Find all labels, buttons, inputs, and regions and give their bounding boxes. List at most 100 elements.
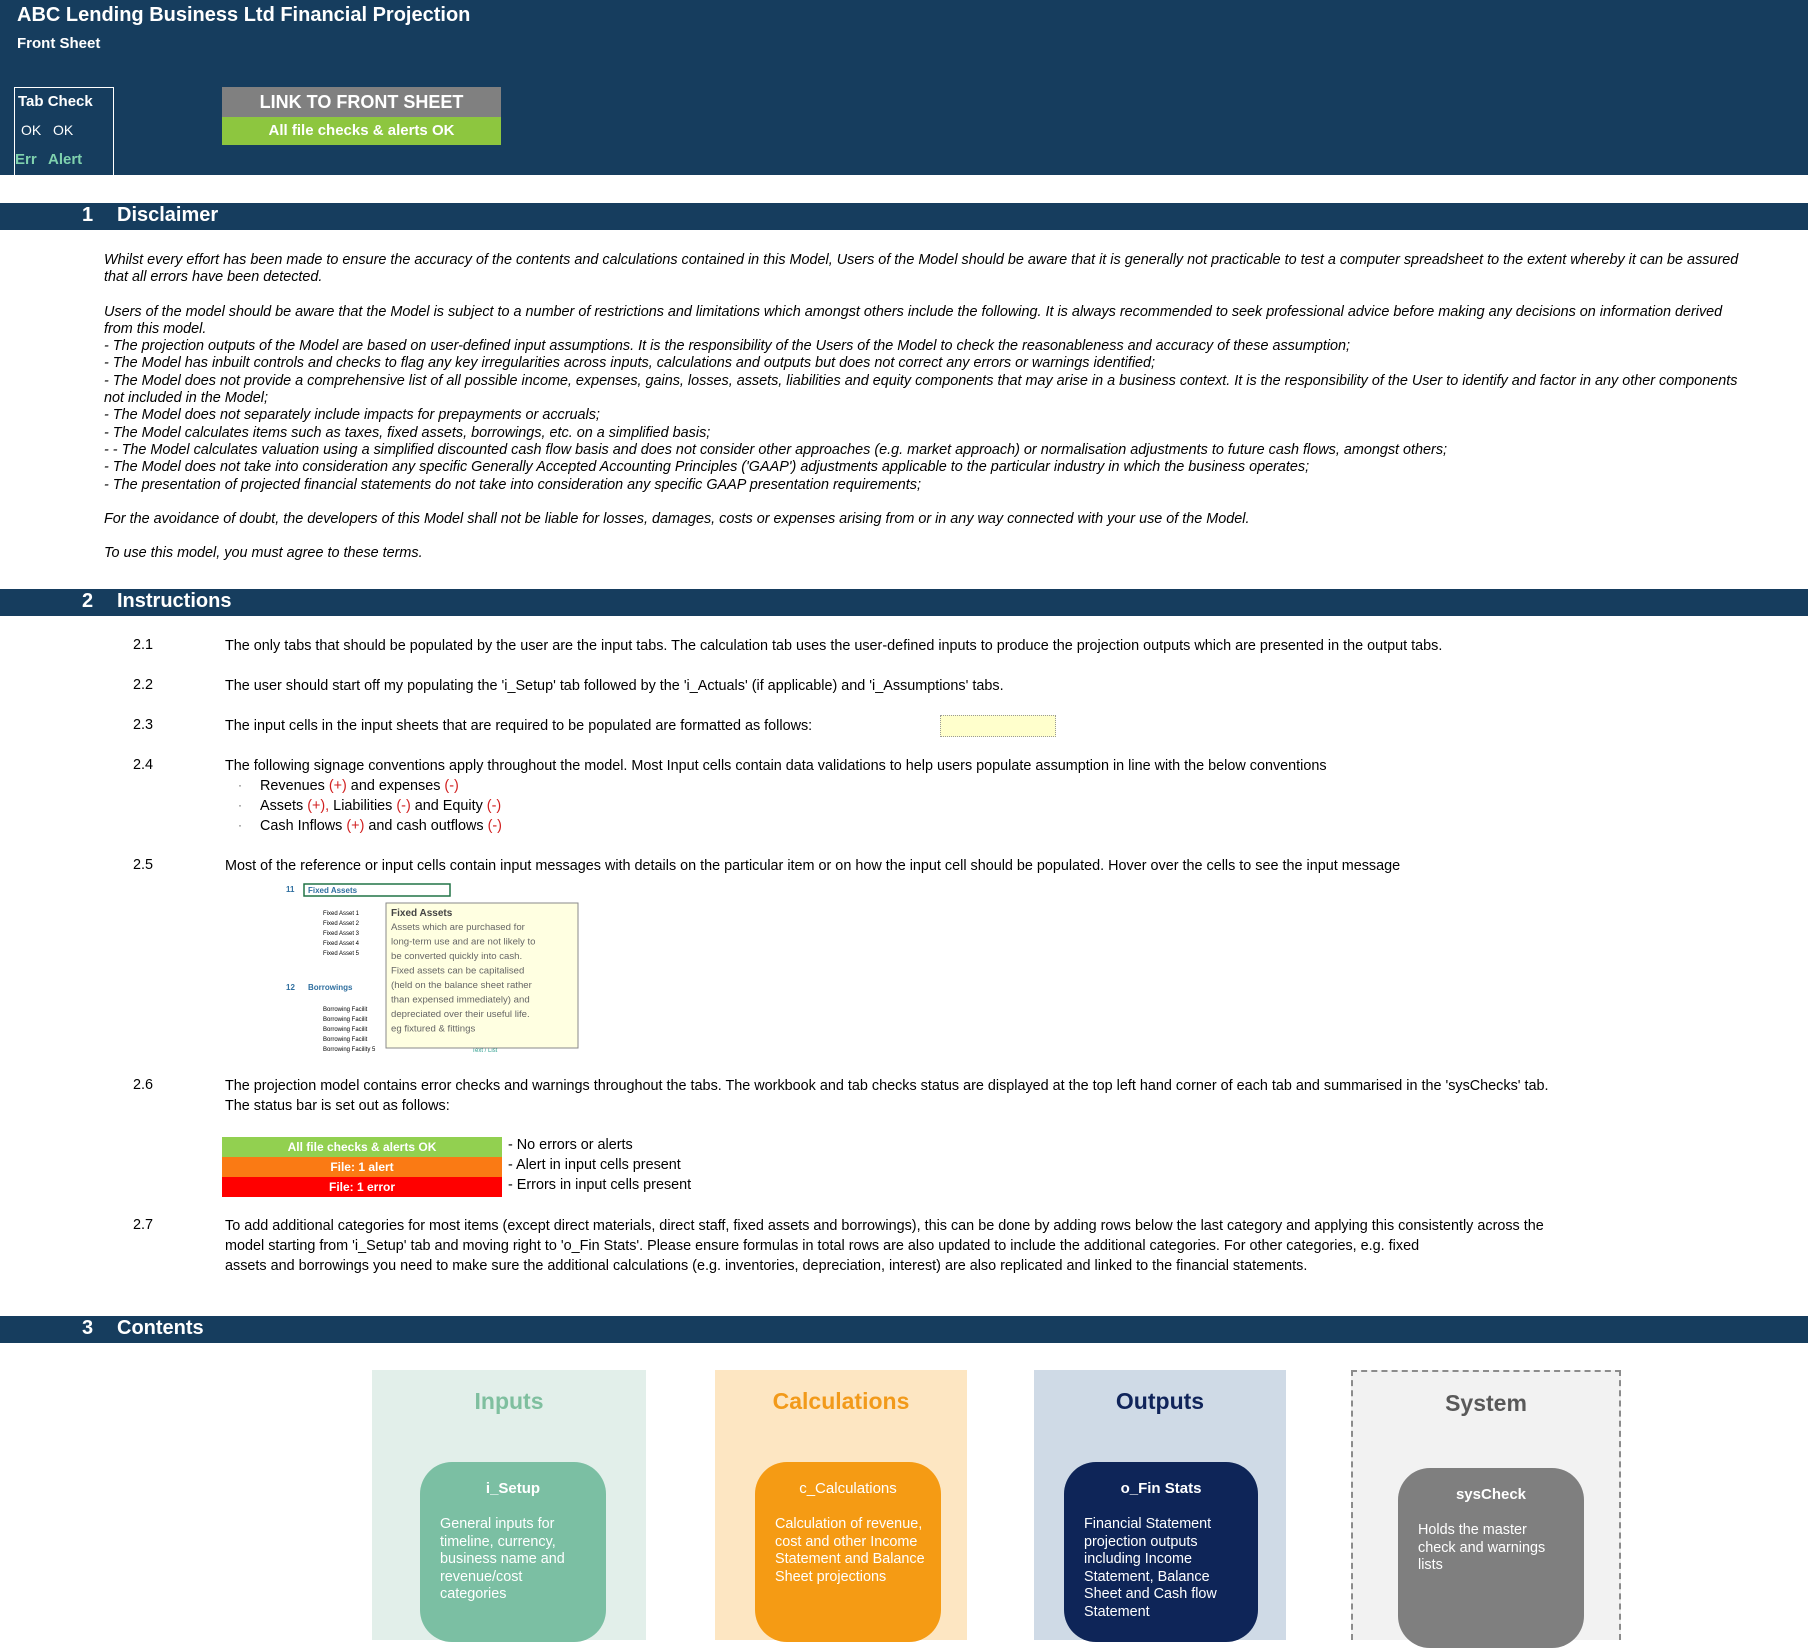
bullet-text: Liabilities: [329, 798, 397, 814]
sign-negative: (-): [487, 818, 502, 834]
section-header-disclaimer: 1 Disclaimer: [0, 203, 1808, 230]
tab-card-i-setup[interactable]: i_Setup General inputs for timeline, cur…: [420, 1462, 606, 1642]
status-legend-ok: All file checks & alerts OK: [222, 1137, 502, 1157]
input-cell-sample: [940, 715, 1056, 737]
instruction-number: 2.5: [133, 857, 154, 873]
contents-panel-inputs: Inputs i_Setup General inputs for timeli…: [372, 1370, 646, 1642]
bullet-text: Assets: [260, 798, 308, 814]
example-asset-label: Fixed Asset 4: [323, 941, 360, 947]
disclaimer-text: Whilst every effort has been made to ens…: [104, 252, 1754, 562]
link-to-front-sheet-button[interactable]: LINK TO FRONT SHEET: [222, 87, 501, 117]
contents-panel-calculations: Calculations c_Calculations Calculation …: [715, 1370, 967, 1642]
instruction-text: The following signage conventions apply …: [225, 758, 1327, 774]
disclaimer-paragraph: Whilst every effort has been made to ens…: [104, 252, 1739, 286]
example-asset-label: Fixed Asset 1: [323, 911, 360, 917]
example-asset-label: Fixed Asset 5: [323, 951, 360, 957]
section-title: Contents: [117, 1317, 204, 1339]
instruction-text: The projection model contains error chec…: [225, 1078, 1549, 1094]
disclaimer-paragraph: For the avoidance of doubt, the develope…: [104, 510, 1250, 527]
example-tooltip-line: than expensed immediately) and: [391, 995, 530, 1006]
example-tooltip-line: (held on the balance sheet rather: [391, 980, 533, 991]
tab-check-title: Tab Check: [18, 93, 93, 110]
section-number: 2: [82, 590, 94, 612]
section-header-contents: 3 Contents: [0, 1316, 1808, 1343]
bullet-cash: · Cash Inflows (+) and cash outflows (-): [238, 816, 502, 836]
instruction-text: model starting from 'i_Setup' tab and mo…: [225, 1238, 1420, 1254]
disclaimer-item: - The presentation of projected financia…: [104, 476, 921, 493]
sheet-name: Front Sheet: [17, 35, 101, 52]
header-banner: ABC Lending Business Ltd Financial Proje…: [0, 0, 1808, 175]
card-description: Holds the master check and warnings list…: [1418, 1522, 1546, 1573]
example-tooltip-line: Fixed assets can be capitalised: [391, 966, 524, 977]
example-facility-label: Borrowing Facilit: [323, 1037, 368, 1043]
sign-positive: (+),: [307, 798, 330, 814]
card-title: c_Calculations: [799, 1480, 897, 1497]
example-tooltip-line: be converted quickly into cash.: [391, 951, 522, 962]
disclaimer-item: - The Model has inbuilt controls and che…: [104, 355, 1156, 372]
tab-card-c-calculations[interactable]: c_Calculations Calculation of revenue, c…: [755, 1462, 941, 1642]
status-legend-error: File: 1 error: [222, 1177, 502, 1197]
example-fixed-assets-label: Fixed Assets: [308, 886, 358, 895]
example-facility-label: Borrowing Facilit: [323, 1027, 368, 1033]
example-row-number: 11: [286, 885, 295, 894]
example-tooltip-line: eg fixtured & fittings: [391, 1024, 475, 1035]
contents-panel-system: System sysCheck Holds the master check a…: [1351, 1370, 1621, 1648]
disclaimer-paragraph: Users of the model should be aware that …: [104, 303, 1723, 337]
bullet-text: and cash outflows: [364, 818, 488, 834]
signage-bullet-list: · Revenues (+) and expenses (-) · Assets (…: [238, 776, 502, 836]
sign-negative: (-): [486, 798, 502, 814]
instruction-text: The only tabs that should be populated b…: [225, 638, 1443, 654]
panel-title: Outputs: [1115, 1388, 1205, 1414]
sign-negative: (-): [444, 778, 459, 794]
card-description: Calculation of revenue, cost and other I…: [775, 1516, 925, 1585]
sign-positive: (+): [346, 818, 365, 834]
example-asset-label: Fixed Asset 3: [323, 931, 360, 937]
tab-card-syscheck[interactable]: sysCheck Holds the master check and warn…: [1398, 1468, 1584, 1648]
example-tooltip-line: long-term use and are not likely to: [391, 937, 536, 948]
status-legend-desc: - No errors or alerts: [508, 1137, 633, 1153]
tab-check-ok-error: OK: [21, 122, 42, 138]
instruction-number: 2.6: [133, 1077, 154, 1093]
bullet-text: and Equity: [410, 798, 487, 814]
bullet-text: and expenses: [346, 778, 445, 794]
file-status-bar: All file checks & alerts OK: [222, 117, 501, 145]
page-title: ABC Lending Business Ltd Financial Proje…: [17, 4, 471, 26]
panel-title: Inputs: [474, 1388, 544, 1414]
tab-card-o-fin-stats[interactable]: o_Fin Stats Financial Statement projecti…: [1064, 1462, 1258, 1642]
section-number: 1: [82, 204, 94, 226]
sign-negative: (-): [396, 798, 411, 814]
panel-title: System: [1445, 1390, 1527, 1416]
sign-positive: (+): [328, 778, 347, 794]
card-title: sysCheck: [1455, 1486, 1527, 1503]
instruction-text: The status bar is set out as follows:: [225, 1098, 450, 1114]
bullet-icon: ·: [238, 818, 242, 832]
tab-check-box: Tab Check OK OK Err Alert: [14, 87, 114, 175]
instruction-number: 2.1: [133, 637, 154, 653]
bullet-text: Cash Inflows: [260, 818, 347, 834]
status-legend-desc: - Alert in input cells present: [508, 1157, 681, 1173]
bullet-revenues: · Revenues (+) and expenses (-): [238, 776, 502, 796]
contents-panel-outputs: Outputs o_Fin Stats Financial Statement …: [1034, 1370, 1286, 1642]
disclaimer-item: - The Model does not take into considera…: [104, 459, 1310, 476]
card-description: General inputs for timeline, currency, b…: [440, 1516, 565, 1602]
card-title: i_Setup: [485, 1480, 541, 1497]
instruction-number: 2.3: [133, 717, 154, 733]
bullet-assets: · Assets (+), Liabilities (-) and Equity …: [238, 796, 502, 816]
example-tooltip-title: Fixed Assets: [391, 908, 453, 919]
bullet-icon: ·: [238, 798, 242, 812]
example-borrowings-label: Borrowings: [308, 983, 353, 992]
section-header-instructions: 2 Instructions: [0, 589, 1808, 616]
example-row-number: 12: [286, 983, 295, 992]
example-cell-type-label: Text / List: [472, 1048, 498, 1054]
example-tooltip-line: Assets which are purchased for: [391, 922, 526, 933]
instruction-text: assets and borrowings you need to make s…: [225, 1258, 1308, 1274]
instruction-number: 2.7: [133, 1217, 154, 1233]
disclaimer-paragraph: To use this model, you must agree to the…: [104, 545, 423, 562]
disclaimer-item: - - The Model calculates valuation using…: [104, 441, 1448, 458]
bullet-icon: ·: [238, 778, 242, 792]
instruction-text: Most of the reference or input cells con…: [225, 858, 1401, 874]
status-legend-alert: File: 1 alert: [222, 1157, 502, 1177]
section-title: Instructions: [117, 590, 232, 612]
example-tooltip-line: depreciated over their useful life.: [391, 1009, 530, 1020]
section-title: Disclaimer: [117, 204, 219, 226]
